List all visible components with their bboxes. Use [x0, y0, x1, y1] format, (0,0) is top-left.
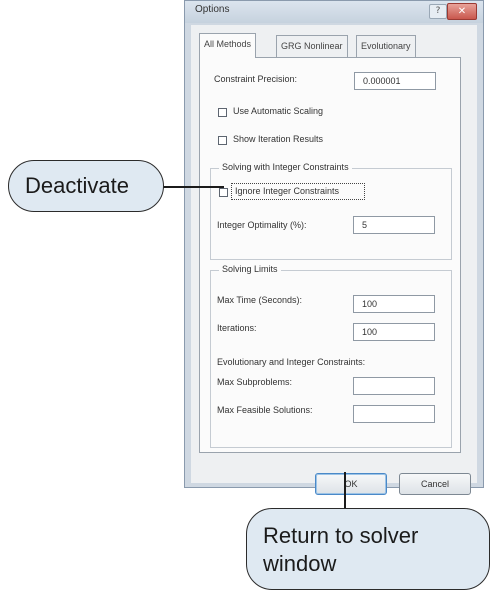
ignore-integer-constraints-label: Ignore Integer Constraints	[235, 186, 340, 196]
cancel-button[interactable]: Cancel	[399, 473, 471, 495]
ignore-integer-constraints-checkbox[interactable]	[219, 188, 228, 197]
help-icon[interactable]: ?	[429, 4, 447, 19]
solving-limits-group-title: Solving Limits	[219, 264, 281, 274]
show-iteration-results-label: Show Iteration Results	[233, 134, 324, 144]
max-time-label: Max Time (Seconds):	[217, 295, 303, 305]
integer-constraints-group: Solving with Integer Constraints Ignore …	[210, 162, 452, 260]
integer-optimality-input[interactable]: 5	[353, 216, 435, 234]
ok-button[interactable]: OK	[315, 473, 387, 495]
integer-constraints-group-title: Solving with Integer Constraints	[219, 162, 352, 172]
iterations-input[interactable]: 100	[353, 323, 435, 341]
integer-optimality-label: Integer Optimality (%):	[217, 220, 307, 230]
deactivate-callout: Deactivate	[8, 160, 164, 212]
use-automatic-scaling-checkbox[interactable]	[218, 108, 227, 117]
constraint-precision-input[interactable]: 0.000001	[354, 72, 436, 90]
close-icon[interactable]: ✕	[447, 3, 477, 20]
show-iteration-results-checkbox[interactable]	[218, 136, 227, 145]
max-feasible-solutions-input[interactable]	[353, 405, 435, 423]
max-feasible-solutions-label: Max Feasible Solutions:	[217, 405, 313, 415]
tab-evolutionary[interactable]: Evolutionary	[356, 35, 416, 57]
iterations-label: Iterations:	[217, 323, 257, 333]
return-connector-line	[344, 472, 346, 510]
deactivate-connector-line	[162, 186, 224, 188]
max-subproblems-label: Max Subproblems:	[217, 377, 293, 387]
max-subproblems-input[interactable]	[353, 377, 435, 395]
constraint-precision-label: Constraint Precision:	[214, 74, 298, 84]
dialog-title: Options	[195, 4, 230, 15]
use-automatic-scaling-label: Use Automatic Scaling	[233, 106, 324, 116]
solving-limits-group: Solving Limits Max Time (Seconds): 100 I…	[210, 264, 452, 448]
options-dialog: Options ? ✕ All Methods GRG Nonlinear Ev…	[184, 0, 484, 495]
tab-all-methods[interactable]: All Methods	[199, 33, 257, 58]
deactivate-callout-text: Deactivate	[25, 173, 129, 198]
all-methods-panel: Constraint Precision: 0.000001 Use Autom…	[199, 57, 461, 453]
evolutionary-integer-heading: Evolutionary and Integer Constraints:	[217, 357, 366, 367]
title-bar[interactable]: Options ? ✕	[185, 1, 483, 23]
return-callout-text: Return to solver window	[263, 523, 419, 576]
max-time-input[interactable]: 100	[353, 295, 435, 313]
tab-grg-nonlinear[interactable]: GRG Nonlinear	[276, 35, 348, 57]
dialog-client-area: All Methods GRG Nonlinear Evolutionary C…	[191, 25, 477, 495]
return-callout: Return to solver window	[246, 508, 490, 590]
